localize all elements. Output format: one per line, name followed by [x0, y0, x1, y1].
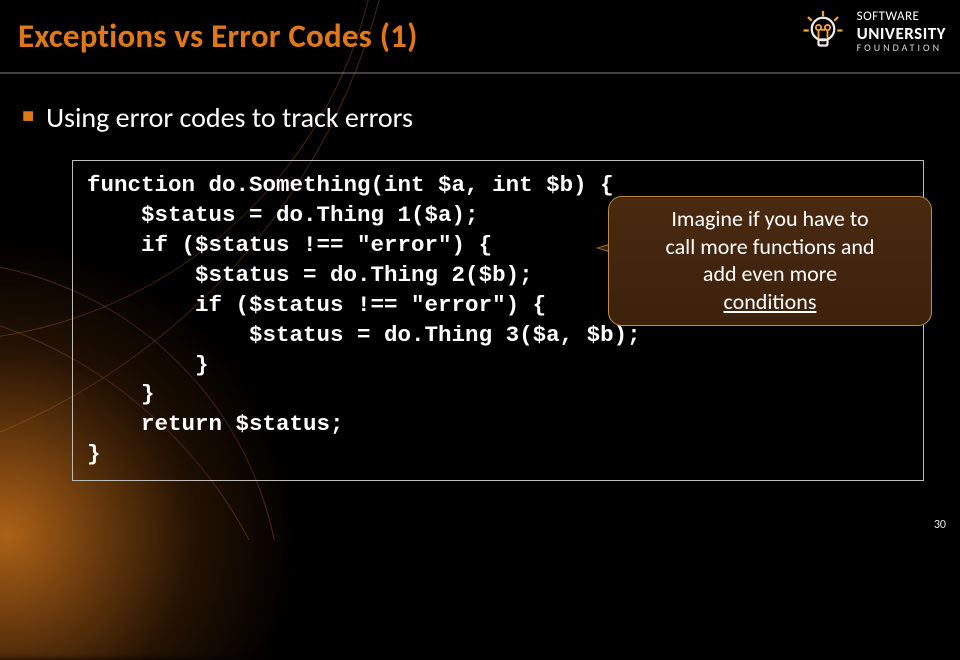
logo-text-line3: FOUNDATION: [857, 43, 946, 54]
callout-box: Imagine if you have to call more functio…: [608, 196, 932, 326]
callout-line: call more functions and: [621, 233, 919, 261]
bullet-item: ■ Using error codes to track errors: [22, 100, 940, 135]
logo-text-line1: SOFTWARE: [857, 10, 946, 24]
callout-line: Imagine if you have to: [621, 205, 919, 233]
callout-line: add even more: [621, 260, 919, 288]
lightbulb-icon: [799, 8, 847, 56]
bullet-marker-icon: ■: [22, 106, 34, 126]
logo-text-line2: UNIVERSITY: [857, 25, 946, 43]
title-divider: [0, 72, 960, 74]
callout-line: conditions: [621, 288, 919, 316]
slide-number: 30: [934, 518, 946, 532]
slide-title: Exceptions vs Error Codes (1): [18, 16, 418, 56]
brand-logo: SOFTWARE UNIVERSITY FOUNDATION: [799, 8, 946, 56]
bullet-text: Using error codes to track errors: [46, 100, 413, 135]
